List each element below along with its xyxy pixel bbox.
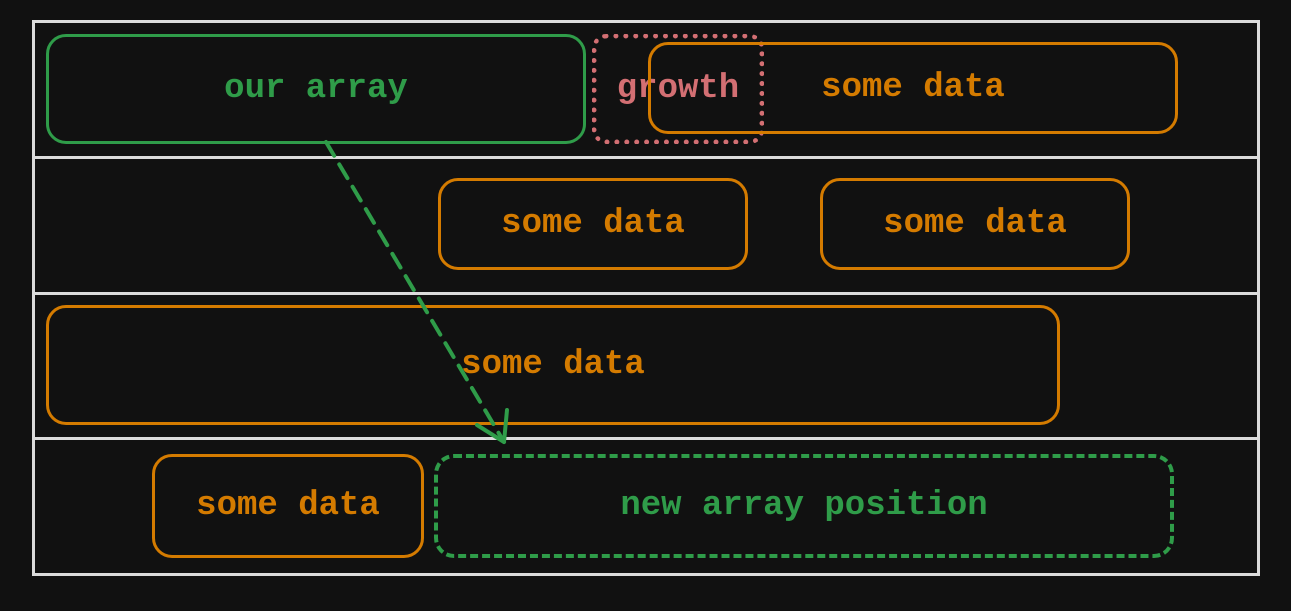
some-data-label-2b: some data — [883, 205, 1067, 243]
memory-diagram: our array growth some data some data som… — [32, 20, 1260, 576]
some-data-block-2a: some data — [438, 178, 748, 270]
some-data-label-2a: some data — [501, 205, 685, 243]
some-data-label-3: some data — [461, 346, 645, 384]
new-array-position-block: new array position — [434, 454, 1174, 558]
some-data-label-1: some data — [821, 69, 1005, 107]
new-array-position-label: new array position — [620, 487, 987, 525]
some-data-block-1: some data — [648, 42, 1178, 134]
some-data-block-3: some data — [46, 305, 1060, 425]
some-data-block-2b: some data — [820, 178, 1130, 270]
our-array-label: our array — [224, 70, 408, 108]
some-data-label-4: some data — [196, 487, 380, 525]
our-array-block: our array — [46, 34, 586, 144]
some-data-block-4: some data — [152, 454, 424, 558]
